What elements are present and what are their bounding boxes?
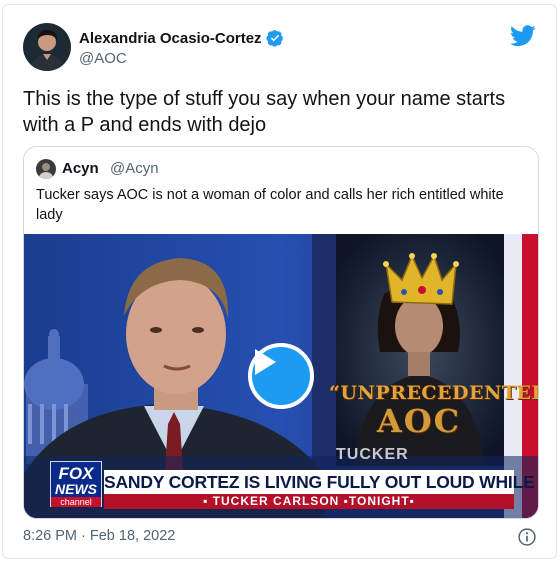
info-icon[interactable] bbox=[517, 527, 537, 547]
news-chyron: SANDY CORTEZ IS LIVING FULLY OUT LOUD WH… bbox=[104, 470, 538, 494]
author-name[interactable]: Alexandria Ocasio-Cortez bbox=[79, 30, 262, 47]
play-icon bbox=[255, 349, 276, 375]
tweet-card: Alexandria Ocasio-Cortez @AOC This is th… bbox=[2, 4, 557, 559]
author-handle[interactable]: @AOC bbox=[79, 50, 127, 67]
author-avatar[interactable] bbox=[23, 23, 71, 71]
video-thumbnail[interactable]: “UNPRECEDENTED” AOC TUCKER FOX NEWS chan… bbox=[24, 234, 538, 518]
quoted-tweet[interactable]: Acyn @Acyn Tucker says AOC is not a woma… bbox=[23, 146, 539, 519]
verified-badge-icon bbox=[265, 30, 283, 47]
graphic-subtitle: AOC bbox=[376, 402, 462, 440]
graphic-title: “UNPRECEDENTED” bbox=[329, 382, 538, 404]
network-logo: FOX NEWS channel bbox=[50, 461, 102, 507]
segment-tag: TUCKER bbox=[336, 446, 409, 463]
quoted-author-name[interactable]: Acyn bbox=[62, 160, 99, 177]
quoted-tweet-text: Tucker says AOC is not a woman of color … bbox=[36, 187, 504, 223]
play-button[interactable] bbox=[248, 343, 314, 409]
show-name-bar: ▪ TUCKER CARLSON ▪TONIGHT▪ bbox=[104, 494, 514, 509]
twitter-bird-icon[interactable] bbox=[510, 25, 536, 47]
tweet-text: This is the type of stuff you say when y… bbox=[23, 88, 506, 136]
quoted-author-avatar[interactable] bbox=[36, 159, 56, 179]
quoted-author-handle[interactable]: @Acyn bbox=[110, 160, 159, 177]
tweet-timestamp[interactable]: 8:26 PM · Feb 18, 2022 bbox=[23, 528, 175, 544]
